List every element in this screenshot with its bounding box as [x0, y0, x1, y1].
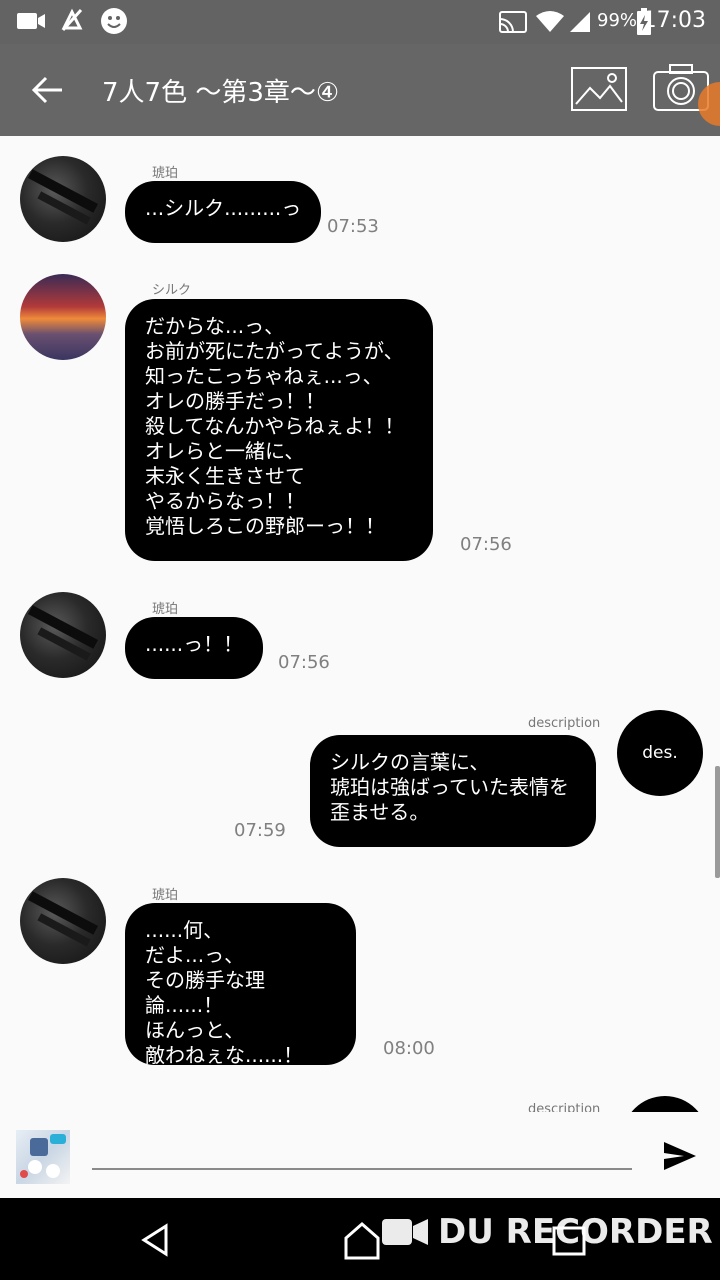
message-time: 07:56 [278, 652, 330, 673]
message-bubble[interactable]: ...シルク.........っ [125, 181, 322, 243]
smiley-icon [101, 8, 127, 34]
message-input[interactable] [92, 1146, 632, 1170]
avatar[interactable]: des. [617, 710, 703, 796]
avatar[interactable] [20, 878, 106, 964]
avatar[interactable] [20, 156, 106, 242]
image-icon[interactable] [570, 66, 628, 112]
back-arrow-icon[interactable] [24, 68, 72, 112]
app-bar: 7人7色 〜第3章〜④ [0, 44, 720, 136]
wifi-icon [536, 11, 564, 32]
sender-name: シルク [152, 283, 192, 298]
attachment-thumbnail[interactable] [16, 1130, 70, 1184]
avatar[interactable] [20, 274, 106, 360]
message-bubble[interactable]: だからな...っ、 お前が死にたがってようが、 知ったこっちゃねぇ...っ、 オ… [125, 299, 433, 561]
battery-percentage: 99% [597, 10, 638, 31]
navigation-bar: DU RECORDER [0, 1198, 720, 1280]
avatar[interactable] [622, 1096, 708, 1112]
recorder-camera-icon [382, 1219, 428, 1245]
nav-back-icon[interactable] [134, 1218, 178, 1262]
input-bar [0, 1112, 720, 1198]
message-bubble[interactable]: シルクの言葉に、 琥珀は強ばっていた表情を 歪ませる。 [310, 735, 596, 847]
sender-name: 琥珀 [152, 888, 179, 903]
signal-icon [570, 12, 590, 32]
send-icon[interactable] [660, 1136, 700, 1176]
avatar[interactable] [20, 592, 106, 678]
scrollbar[interactable] [715, 766, 720, 878]
video-recording-icon [17, 13, 45, 29]
sender-name: description [528, 716, 601, 731]
chat-message-list[interactable]: 琥珀 ...シルク.........っ 07:53 シルク だからな...っ、 … [0, 136, 720, 1112]
cast-icon [499, 11, 527, 33]
status-time: 17:03 [642, 8, 706, 33]
message-bubble[interactable]: ......っ！！ [125, 617, 264, 679]
message-time: 07:59 [234, 820, 286, 841]
chat-title: 7人7色 〜第3章〜④ [102, 78, 340, 108]
mute-icon [61, 8, 83, 32]
status-bar: 99% 17:03 [0, 0, 720, 44]
sender-name: description [528, 1102, 601, 1112]
watermark-text: DU RECORDER [438, 1212, 713, 1252]
message-bubble[interactable]: ......何、 だよ...っ、 その勝手な理論......！ ほんっと、 敵わ… [125, 903, 356, 1067]
du-recorder-watermark: DU RECORDER [382, 1210, 713, 1254]
nav-home-icon[interactable] [340, 1218, 384, 1262]
message-time: 07:53 [327, 216, 379, 237]
message-time: 08:00 [383, 1038, 435, 1059]
sender-name: 琥珀 [152, 602, 179, 617]
sender-name: 琥珀 [152, 166, 179, 181]
message-time: 07:56 [460, 534, 512, 555]
